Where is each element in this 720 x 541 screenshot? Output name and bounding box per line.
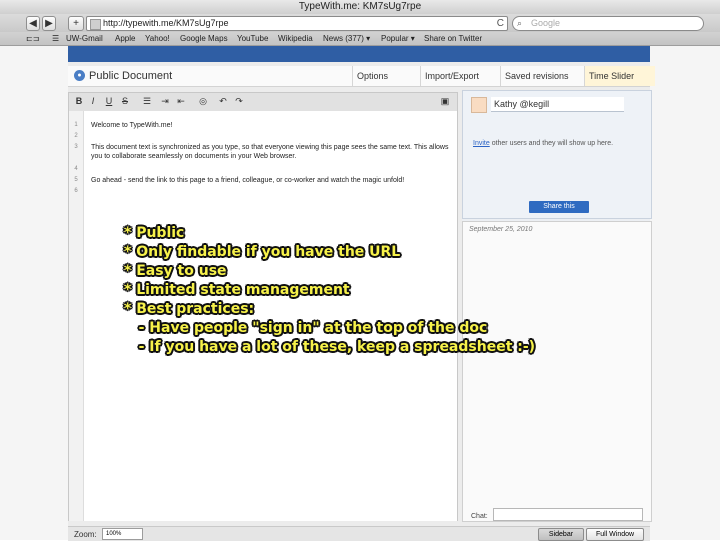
undo-icon[interactable]: ↶	[217, 95, 229, 107]
full-window-button[interactable]: Full Window	[586, 528, 644, 541]
user-list-pane: Kathy @kegill Invite other users and the…	[462, 90, 652, 219]
overlay-line: - Have people "sign in" at the top of th…	[124, 320, 488, 336]
forward-button[interactable]: ▶	[42, 16, 56, 31]
search-icon: ⌕	[517, 18, 523, 28]
editor-line: Go ahead - send the link to this page to…	[91, 177, 405, 184]
bookmark-item[interactable]: UW-Gmail	[66, 33, 103, 44]
browser-window: TypeWith.me: KM7sUg7rpe ◀ ▶ + http://typ…	[0, 0, 720, 541]
overlay-line: * Limited state management	[124, 282, 350, 298]
tab-options[interactable]: Options	[352, 66, 421, 86]
bookmarks-icon[interactable]: ⊏⊐	[26, 33, 39, 44]
title-bar: TypeWith.me: KM7sUg7rpe	[0, 0, 720, 15]
share-button[interactable]: Share this	[529, 201, 589, 213]
bookmark-item[interactable]: YouTube	[237, 33, 268, 44]
editor-line: Welcome to TypeWith.me!	[91, 122, 173, 129]
search-input[interactable]: ⌕ Google	[512, 16, 704, 31]
invite-link[interactable]: Invite	[473, 140, 490, 147]
line-number: 4	[74, 166, 78, 172]
bookmark-item[interactable]: Apple	[115, 33, 135, 44]
bookmark-item[interactable]: Share on Twitter	[424, 33, 482, 44]
overlay-line: * Public	[124, 225, 185, 241]
save-icon[interactable]: ▣	[439, 95, 451, 107]
reload-icon[interactable]: C	[497, 17, 504, 30]
back-button[interactable]: ◀	[26, 16, 40, 31]
editor-toolbar: B I U S ☰ ⇥ ⇤ ◎ ↶ ↷ ▣	[68, 92, 458, 112]
sidebar-button[interactable]: Sidebar	[538, 528, 584, 541]
bottom-bar: Zoom: 100% Sidebar Full Window	[68, 526, 650, 541]
username-field[interactable]: Kathy @kegill	[491, 97, 624, 112]
zoom-select[interactable]: 100%	[102, 528, 143, 540]
overlay-line: * Only findable if you have the URL	[124, 244, 401, 260]
tab-saved-revisions[interactable]: Saved revisions	[500, 66, 585, 86]
overlay-line: * Easy to use	[124, 263, 227, 279]
public-doc-icon: ●	[74, 70, 85, 81]
tab-import-export[interactable]: Import/Export	[420, 66, 501, 86]
site-favicon-icon	[90, 19, 101, 30]
site-header-bar	[68, 46, 650, 62]
line-number: 3	[74, 144, 78, 150]
line-number: 1	[74, 122, 78, 128]
invite-description: other users and they will show up here.	[491, 140, 614, 147]
italic-icon[interactable]: I	[87, 95, 99, 107]
bookmark-item[interactable]: Yahoo!	[145, 33, 170, 44]
editor-line: This document text is synchronized as yo…	[91, 144, 449, 160]
chat-input[interactable]	[493, 508, 643, 521]
line-number: 6	[74, 188, 78, 194]
indent-icon[interactable]: ⇥	[159, 95, 171, 107]
address-url: http://typewith.me/KM7sUg7rpe	[103, 18, 229, 28]
chat-pane: September 25, 2010 Chat:	[462, 221, 652, 522]
line-number: 2	[74, 133, 78, 139]
user-color-swatch[interactable]	[471, 97, 487, 113]
invite-text: Invite other users and they will show up…	[473, 139, 643, 148]
strikethrough-icon[interactable]: S	[119, 95, 131, 107]
bold-icon[interactable]: B	[73, 95, 85, 107]
redo-icon[interactable]: ↷	[233, 95, 245, 107]
bookmark-item[interactable]: Wikipedia	[278, 33, 313, 44]
bookmarks-bar: ⊏⊐ ☰ UW-Gmail Apple Yahoo! Google Maps Y…	[0, 32, 720, 46]
doc-header: ● Public Document Options Import/Export …	[68, 66, 655, 87]
outdent-icon[interactable]: ⇤	[175, 95, 187, 107]
chat-date: September 25, 2010	[469, 226, 533, 233]
chat-label: Chat:	[471, 513, 488, 520]
line-gutter: 1 2 3 4 5 6	[69, 111, 84, 521]
search-placeholder: Google	[531, 18, 561, 28]
bullet-list-icon[interactable]: ☰	[141, 95, 153, 107]
zoom-label: Zoom:	[74, 530, 97, 539]
tab-time-slider[interactable]: Time Slider	[584, 66, 655, 86]
bookmarks-icon[interactable]: ☰	[52, 33, 59, 44]
clear-authorship-icon[interactable]: ◎	[197, 95, 209, 107]
add-bookmark-button[interactable]: +	[68, 16, 84, 31]
line-number: 5	[74, 177, 78, 183]
bookmark-item[interactable]: News (377) ▾	[323, 33, 370, 44]
bookmark-item[interactable]: Popular ▾	[381, 33, 415, 44]
bookmark-item[interactable]: Google Maps	[180, 33, 228, 44]
browser-toolbar: ◀ ▶ + http://typewith.me/KM7sUg7rpe C ⌕ …	[0, 14, 720, 32]
overlay-line: - If you have a lot of these, keep a spr…	[124, 339, 536, 355]
address-bar[interactable]: http://typewith.me/KM7sUg7rpe C	[86, 16, 508, 31]
window-title: TypeWith.me: KM7sUg7rpe	[298, 1, 422, 12]
underline-icon[interactable]: U	[103, 95, 115, 107]
overlay-line: * Best practices:	[124, 301, 255, 317]
page-title: Public Document	[89, 70, 173, 82]
